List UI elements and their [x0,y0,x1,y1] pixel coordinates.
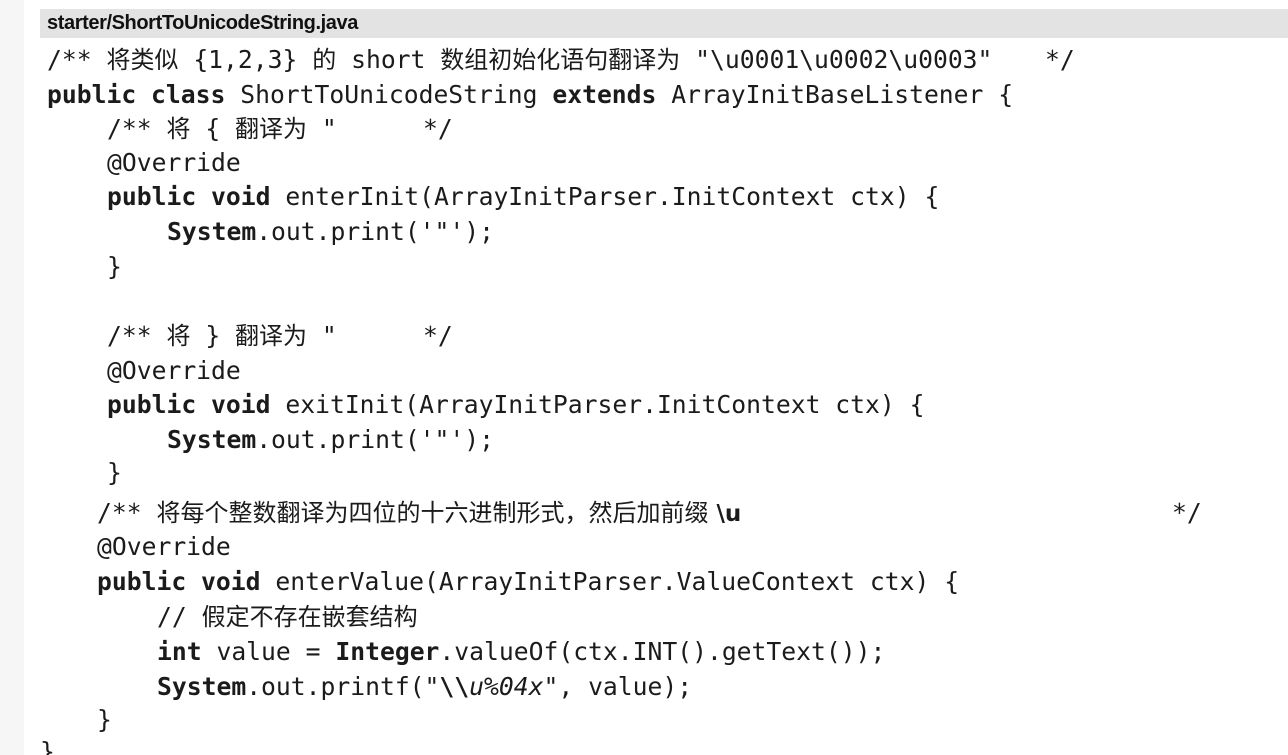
code-line-11: public void exitInit(ArrayInitParser.Ini… [107,388,924,422]
code-line-4: @Override [107,146,241,180]
code-keyword: public void [97,567,261,596]
code-keyword: System [167,425,257,454]
code-text: .out.print('"'); [256,217,494,246]
code-line-10: @Override [107,354,241,388]
escape-sequence: \\ [439,672,470,701]
comment-cjk-text: 将类似 [106,46,179,74]
comment-cjk-text: 翻译为 [235,115,308,143]
code-keyword: System [167,217,257,246]
file-path: starter/ShortToUnicodeString.java [47,12,358,34]
code-line-18: int value = Integer.valueOf(ctx.INT().ge… [157,635,885,669]
code-text: ArrayInitBaseListener { [656,80,1014,109]
comment-code-text: short [336,45,441,74]
comment-cjk-text: 翻译为 [235,322,308,350]
comment-cjk-text: 将 [166,322,191,350]
code-line-15: @Override [97,530,231,564]
code-keyword: public void [107,182,271,211]
closing-brace: } [107,252,122,281]
code-line-9: /** 将 } 翻译为 " */ [107,319,453,353]
comment-open: /** [97,498,157,527]
line-comment-marker: // [157,602,202,631]
code-line-13: } [107,456,122,490]
comment-close: */ [423,321,453,350]
closing-brace: } [107,458,122,487]
code-keyword: public class [47,80,226,109]
code-line-5: public void enterInit(ArrayInitParser.In… [107,180,939,214]
code-line-20: } [97,703,112,737]
code-line-19: System.out.printf("\\u%04x", value); [157,670,692,704]
comment-code-text: \u [708,501,742,527]
comment-cjk-text: 假定不存在嵌套结构 [201,603,418,631]
comment-cjk-text: 将每个整数翻译为四位的十六进制形式，然后加前缀 [156,499,709,527]
code-line-3: /** 将 { 翻译为 " */ [107,112,453,146]
comment-cjk-text: 将 [166,115,191,143]
code-line-16: public void enterValue(ArrayInitParser.V… [97,565,959,599]
page-gutter [0,0,24,755]
comment-code-text: "\u0001\u0002\u0003" [680,45,993,74]
class-name: ShortToUnicodeString [225,80,553,109]
code-text: exitInit(ArrayInitParser.InitContext ctx… [270,390,925,419]
annotation: @Override [97,532,231,561]
code-text: .out.printf(" [246,672,440,701]
code-line-1: /** 将类似 {1,2,3} 的 short 数组初始化语句翻译为 "\u00… [47,43,1075,77]
code-keyword: public void [107,390,271,419]
code-line-7: } [107,250,122,284]
code-line-14: /** 将每个整数翻译为四位的十六进制形式，然后加前缀 \u */ [97,496,1202,530]
comment-code-text: } [190,321,236,350]
code-line-21: } [40,740,70,755]
comment-open: /** [107,114,167,143]
comment-code-text: { [190,114,236,143]
comment-close: */ [1172,498,1202,527]
annotation: @Override [107,148,241,177]
code-line-12: System.out.print('"'); [167,423,494,457]
code-keyword: int [157,637,202,666]
file-header-bar: starter/ShortToUnicodeString.java [40,9,1288,38]
comment-cjk-text: 数组初始化语句翻译为 [440,46,681,74]
comment-close: */ [423,114,453,143]
comment-code-text: " [307,321,337,350]
code-line-6: System.out.print('"'); [167,215,494,249]
format-specifier: u%04x [469,672,544,701]
code-text: value = [201,637,336,666]
code-line-2: public class ShortToUnicodeString extend… [47,78,1013,112]
comment-code-text: {1,2,3} [178,45,313,74]
code-keyword: System [157,672,247,701]
annotation: @Override [107,356,241,385]
comment-open: /** [107,321,167,350]
code-text: .valueOf(ctx.INT().getText()); [439,637,886,666]
code-keyword: Integer [335,637,440,666]
code-text: enterValue(ArrayInitParser.ValueContext … [260,567,960,596]
comment-code-text: " [307,114,337,143]
comment-close: */ [1045,45,1075,74]
comment-open: /** [47,45,107,74]
code-line-17: // 假定不存在嵌套结构 [157,600,418,634]
comment-cjk-text: 的 [312,46,337,74]
code-text: .out.print('"'); [256,425,494,454]
code-text: enterInit(ArrayInitParser.InitContext ct… [270,182,940,211]
code-keyword: extends [552,80,657,109]
code-text: ", value); [543,672,693,701]
closing-brace: } [40,740,55,755]
closing-brace: } [97,705,112,734]
